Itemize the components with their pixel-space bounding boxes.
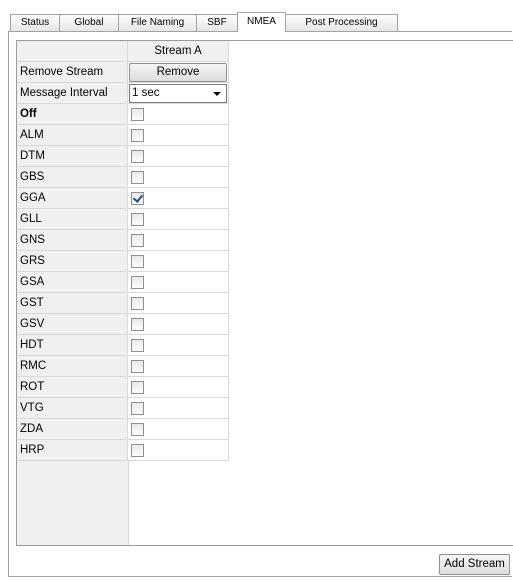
checkbox-cell — [128, 335, 229, 356]
message-row: Off — [17, 104, 513, 125]
row-label-dtm: DTM — [17, 146, 128, 167]
tab-bar: Status Global File Naming SBF NMEA Post … — [8, 0, 513, 32]
checkbox-cell — [128, 230, 229, 251]
message-row: GNS — [17, 230, 513, 251]
checkbox-cell — [128, 272, 229, 293]
tab-status[interactable]: Status — [10, 14, 60, 31]
header-row: Stream A — [17, 41, 513, 62]
checkbox-cell — [128, 104, 229, 125]
checkbox-gsv[interactable] — [131, 318, 144, 331]
checkbox-gst[interactable] — [131, 297, 144, 310]
checkbox-cell — [128, 440, 229, 461]
add-stream-button[interactable]: Add Stream — [439, 554, 510, 575]
row-label-off: Off — [17, 104, 128, 125]
message-row: GSV — [17, 314, 513, 335]
checkbox-cell — [128, 356, 229, 377]
message-row: DTM — [17, 146, 513, 167]
row-label-gsv: GSV — [17, 314, 128, 335]
message-row: GGA — [17, 188, 513, 209]
message-interval-row: Message Interval 1 sec — [17, 83, 513, 104]
checkbox-gsa[interactable] — [131, 276, 144, 289]
checkbox-gbs[interactable] — [131, 171, 144, 184]
row-label-gll: GLL — [17, 209, 128, 230]
tab-nmea[interactable]: NMEA — [237, 12, 286, 32]
checkbox-zda[interactable] — [131, 423, 144, 436]
row-label-remove-stream: Remove Stream — [17, 62, 128, 83]
checkbox-hrp[interactable] — [131, 444, 144, 457]
checkbox-cell — [128, 293, 229, 314]
row-label-alm: ALM — [17, 125, 128, 146]
row-label-grs: GRS — [17, 251, 128, 272]
checkbox-off[interactable] — [131, 108, 144, 121]
message-row: VTG — [17, 398, 513, 419]
checkbox-cell — [128, 377, 229, 398]
message-row: ALM — [17, 125, 513, 146]
grid-corner — [17, 41, 128, 62]
checkbox-rot[interactable] — [131, 381, 144, 394]
checkbox-cell — [128, 314, 229, 335]
row-label-gst: GST — [17, 293, 128, 314]
checkbox-cell — [128, 125, 229, 146]
checkbox-hdt[interactable] — [131, 339, 144, 352]
row-label-rmc: RMC — [17, 356, 128, 377]
tab-post-processing[interactable]: Post Processing — [285, 14, 398, 31]
row-label-zda: ZDA — [17, 419, 128, 440]
checkbox-cell — [128, 209, 229, 230]
tab-file-naming[interactable]: File Naming — [118, 14, 197, 31]
message-row: GBS — [17, 167, 513, 188]
remove-stream-row: Remove Stream Remove — [17, 62, 513, 83]
checkbox-cell — [128, 419, 229, 440]
checkbox-vtg[interactable] — [131, 402, 144, 415]
message-interval-value: 1 sec — [132, 87, 160, 99]
message-row: HRP — [17, 440, 513, 461]
column-header-stream-a[interactable]: Stream A — [128, 41, 229, 62]
remove-stream-button[interactable]: Remove — [129, 63, 227, 82]
row-label-hdt: HDT — [17, 335, 128, 356]
checkbox-grs[interactable] — [131, 255, 144, 268]
message-row: RMC — [17, 356, 513, 377]
remove-stream-cell: Remove — [128, 62, 229, 83]
message-row: GRS — [17, 251, 513, 272]
message-row: ROT — [17, 377, 513, 398]
message-row: GSA — [17, 272, 513, 293]
checkbox-cell — [128, 146, 229, 167]
row-label-message-interval: Message Interval — [17, 83, 128, 104]
row-label-gsa: GSA — [17, 272, 128, 293]
checkbox-alm[interactable] — [131, 129, 144, 142]
tab-global[interactable]: Global — [59, 14, 119, 31]
row-label-vtg: VTG — [17, 398, 128, 419]
checkbox-cell — [128, 167, 229, 188]
checkbox-cell — [128, 188, 229, 209]
message-interval-cell: 1 sec — [128, 83, 229, 104]
checkbox-rmc[interactable] — [131, 360, 144, 373]
stream-grid: Stream A Remove Stream Remove Message In… — [16, 40, 513, 546]
row-label-rot: ROT — [17, 377, 128, 398]
row-label-gbs: GBS — [17, 167, 128, 188]
nmea-settings-panel: Status Global File Naming SBF NMEA Post … — [0, 0, 513, 581]
row-label-gga: GGA — [17, 188, 128, 209]
checkbox-dtm[interactable] — [131, 150, 144, 163]
checkbox-gll[interactable] — [131, 213, 144, 226]
message-interval-select[interactable]: 1 sec — [129, 84, 227, 103]
checkbox-gga[interactable] — [131, 192, 144, 205]
row-label-hrp: HRP — [17, 440, 128, 461]
checkbox-cell — [128, 398, 229, 419]
tab-sbf[interactable]: SBF — [196, 14, 238, 31]
message-row: HDT — [17, 335, 513, 356]
message-row: ZDA — [17, 419, 513, 440]
checkbox-cell — [128, 251, 229, 272]
row-label-gns: GNS — [17, 230, 128, 251]
message-row: GLL — [17, 209, 513, 230]
message-row: GST — [17, 293, 513, 314]
checkbox-gns[interactable] — [131, 234, 144, 247]
dropdown-arrow-icon — [213, 92, 221, 96]
